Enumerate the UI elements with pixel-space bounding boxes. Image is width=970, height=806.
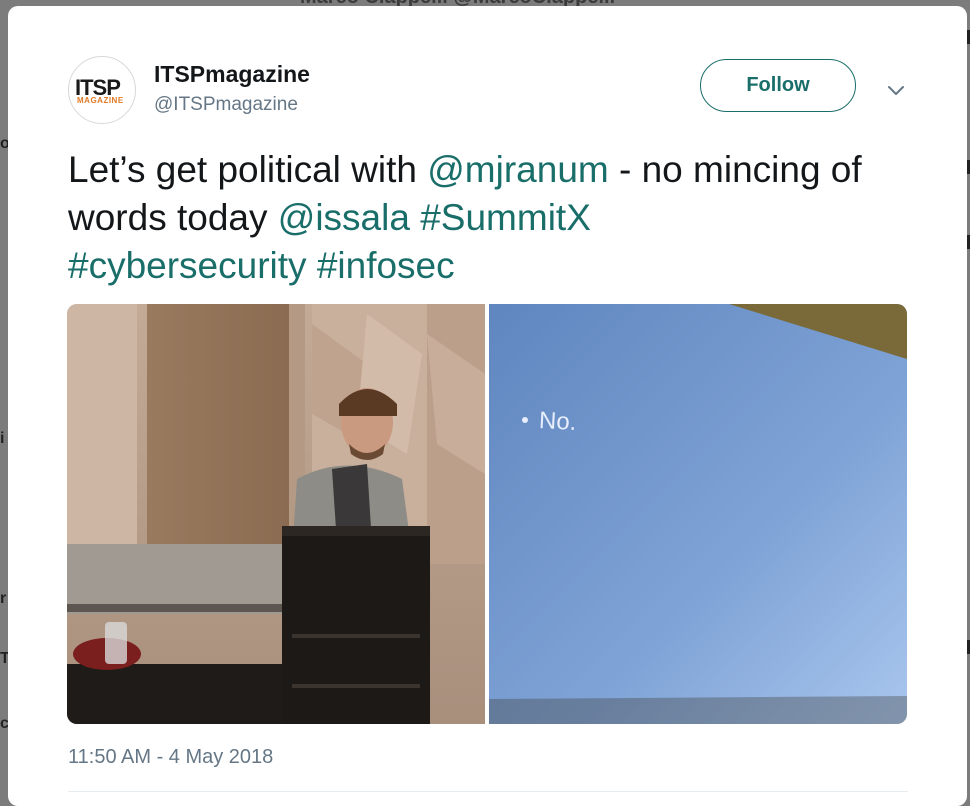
- tweet-text-segment: [410, 197, 420, 238]
- background-fragment: c: [0, 715, 8, 732]
- hashtag-link[interactable]: #cybersecurity: [68, 245, 307, 286]
- tweet-modal: ITSP MAGAZINE ITSPmagazine @ITSPmagazine…: [8, 6, 967, 806]
- chevron-down-icon[interactable]: [884, 78, 908, 102]
- background-fragment: o: [0, 135, 8, 152]
- tweet-text: Let’s get political with @mjranum - no m…: [68, 146, 908, 290]
- tweet-media: No.: [67, 304, 907, 724]
- speaker-photo[interactable]: [67, 304, 485, 724]
- slide-photo[interactable]: No.: [489, 304, 907, 724]
- slide-text: No.: [538, 407, 578, 436]
- avatar[interactable]: ITSP MAGAZINE: [68, 56, 136, 124]
- mention-link[interactable]: @mjranum: [427, 149, 608, 190]
- divider: [68, 791, 908, 792]
- hashtag-link[interactable]: #SummitX: [420, 197, 591, 238]
- tweet-text-segment: Let’s get political with: [68, 149, 428, 190]
- avatar-logo-subtext: MAGAZINE: [77, 96, 124, 105]
- background-fragment: r: [0, 590, 7, 607]
- follow-button[interactable]: Follow: [700, 59, 856, 112]
- background-fragment: T: [0, 650, 8, 667]
- display-name[interactable]: ITSPmagazine: [154, 61, 310, 88]
- hashtag-link[interactable]: #infosec: [317, 245, 455, 286]
- mention-link[interactable]: @issala: [278, 197, 410, 238]
- tweet-text-segment: [307, 245, 317, 286]
- tweet-timestamp[interactable]: 11:50 AM - 4 May 2018: [68, 746, 273, 769]
- background-fragment: i: [0, 430, 5, 447]
- user-handle[interactable]: @ITSPmagazine: [154, 94, 298, 116]
